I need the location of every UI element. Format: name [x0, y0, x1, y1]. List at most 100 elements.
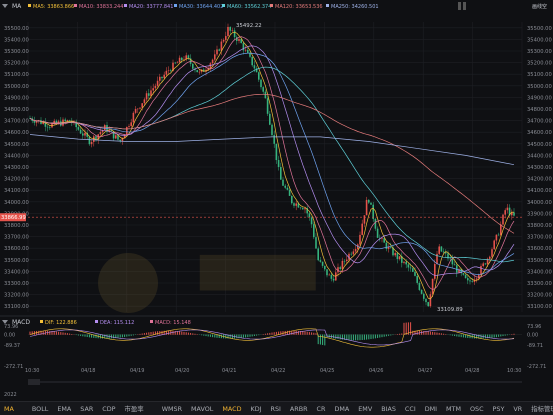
macd-bar	[256, 334, 258, 336]
macd-bar	[201, 334, 203, 336]
macd-bar	[253, 334, 255, 337]
price-tick-right: 34300.00	[527, 165, 552, 171]
indicator-tab-17[interactable]: DMI	[425, 405, 437, 413]
price-tick-right: 34100.00	[527, 188, 552, 194]
indicator-tab-11[interactable]: ARBR	[290, 405, 308, 413]
price-tick-right: 35100.00	[527, 72, 552, 78]
indicator-tab-3[interactable]: SAR	[80, 405, 93, 413]
indicator-tab-19[interactable]: OSC	[470, 405, 484, 413]
macd-bar	[372, 334, 374, 339]
chart-stage[interactable]: 35500.00 35500.00 35400.00 35400.00 35300.00…	[0, 0, 553, 415]
candle-body	[317, 248, 319, 261]
ma120-line	[29, 93, 515, 234]
kline-chart[interactable]: 35500.00 35500.00 35400.00 35400.00 35300.00…	[0, 0, 553, 401]
candle-body	[282, 179, 284, 186]
time-tick: 04/20	[175, 368, 189, 374]
price-tick-left: 34100.00	[4, 188, 29, 194]
indicator-tab-7[interactable]: MAVOL	[191, 405, 213, 413]
macd-bar	[64, 332, 66, 335]
price-tick-right: 33800.00	[527, 223, 552, 229]
indicator-tab-22[interactable]: 指标管理	[531, 404, 553, 413]
macd-tick-right: -89.71	[527, 343, 543, 349]
candle-body	[332, 278, 335, 281]
macd-bar	[302, 331, 304, 335]
indicator-tab-15[interactable]: BIAS	[381, 405, 396, 413]
candle-body	[271, 124, 273, 136]
indicator-tab-16[interactable]: CCI	[405, 405, 416, 413]
price-tick-right: 34700.00	[527, 119, 552, 125]
candle-body	[513, 212, 515, 216]
indicator-tab-18[interactable]: MTM	[446, 405, 461, 413]
indicator-tab-4[interactable]: CDP	[102, 405, 115, 413]
candle-body	[315, 237, 317, 249]
candle-body	[249, 53, 251, 57]
candle-body	[218, 49, 220, 51]
candle-body	[495, 234, 498, 241]
settings-icon[interactable]	[463, 2, 466, 10]
candle-body	[233, 30, 236, 38]
candle-body	[60, 121, 62, 126]
candle-body	[304, 208, 306, 210]
indicator-tab-0[interactable]: MA	[4, 405, 14, 413]
macd-bar	[465, 334, 467, 338]
svg-text:█████: █████	[199, 254, 316, 291]
time-tick: 10:30	[25, 368, 39, 374]
scroll-handle[interactable]	[28, 379, 40, 385]
macd-bar	[513, 333, 515, 335]
candle-body	[161, 76, 163, 79]
candle-body	[46, 126, 49, 128]
macd-bar	[381, 334, 383, 338]
legend-item: MA5: 33863.866	[33, 4, 74, 10]
indicator-tab-14[interactable]: EMV	[358, 405, 372, 413]
indicator-tab-1[interactable]: BOLL	[32, 405, 48, 413]
candle-body	[418, 282, 421, 290]
candle-body	[326, 269, 328, 276]
price-tick-right: 34900.00	[527, 95, 552, 101]
macd-bar	[66, 333, 68, 335]
macd-bar	[220, 334, 222, 339]
macd-bar	[396, 334, 398, 335]
macd-bar	[190, 332, 192, 335]
macd-bar	[172, 330, 174, 335]
indicator-tab-13[interactable]: DMA	[334, 405, 349, 413]
time-tick: 04/19	[130, 368, 144, 374]
price-tick-right: 33500.00	[527, 258, 552, 264]
indicator-tab-20[interactable]: PSY	[493, 405, 505, 413]
candle-body	[359, 234, 361, 245]
indicator-tab-21[interactable]: VR	[513, 405, 522, 413]
macd-bar	[231, 334, 233, 339]
indicator-tab-9[interactable]: KDJ	[251, 405, 262, 413]
candle-body	[434, 264, 436, 279]
candle-body	[352, 251, 355, 255]
time-tick: 04/28	[465, 368, 479, 374]
candle-body	[137, 108, 139, 110]
macd-bar	[346, 334, 348, 341]
indicator-tab-10[interactable]: RSI	[271, 405, 281, 413]
legend-item: MA20: 33777.841	[129, 4, 173, 10]
macd-bar	[319, 334, 321, 345]
legend-item: MA60: 33562.374	[227, 4, 271, 10]
macd-bar	[141, 333, 143, 335]
macd-bar	[388, 334, 390, 336]
candle-body	[42, 122, 44, 124]
macd-bar	[440, 333, 442, 335]
settings-icon[interactable]	[458, 2, 461, 10]
candle-body	[152, 88, 154, 91]
indicator-tab-6[interactable]: WMSR	[162, 405, 182, 413]
candle-body	[66, 120, 69, 121]
macd-bar	[399, 333, 401, 335]
candle-body	[324, 265, 326, 270]
indicator-tab-8[interactable]: MACD	[222, 405, 241, 413]
candle-body	[130, 122, 132, 127]
indicator-tab-2[interactable]: EMA	[57, 405, 71, 413]
price-tick-left: 33700.00	[4, 235, 29, 241]
macd-tick-right: 73.96	[527, 324, 541, 330]
price-tick-right: 33400.00	[527, 269, 552, 275]
macd-bar	[473, 334, 475, 339]
macd-swatch	[150, 320, 153, 323]
indicator-tab-12[interactable]: CR	[317, 405, 326, 413]
indicator-tab-5[interactable]: 市盈率	[125, 404, 144, 413]
candle-body	[407, 264, 410, 268]
macd-tick-left: 0.00	[4, 333, 15, 339]
indicator-toolbar: MA BOLL EMA SAR CDP 市盈率 WMSR MAVOL MACD KDJ RSI ARB…	[0, 401, 553, 415]
